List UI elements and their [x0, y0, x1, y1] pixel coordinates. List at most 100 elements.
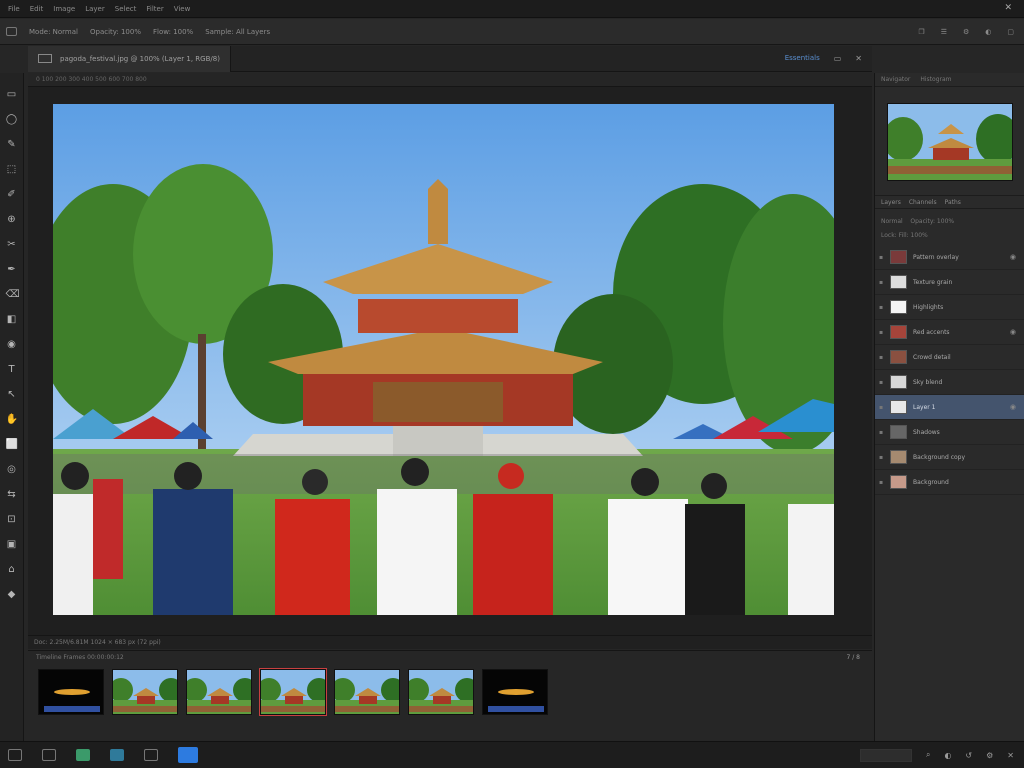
- lock-icon[interactable]: ▪: [879, 329, 884, 336]
- tool-2-icon[interactable]: ✎: [6, 139, 18, 151]
- option-sample[interactable]: Sample: All Layers: [205, 28, 270, 36]
- layer-row[interactable]: ▪ Highlights: [875, 295, 1024, 320]
- fill-field[interactable]: Lock: Fill: 100%: [881, 232, 928, 239]
- timeline-title: Timeline Frames 00:00:00:12: [36, 654, 124, 661]
- timeline-frame[interactable]: [38, 669, 104, 715]
- timeline-frame[interactable]: [259, 668, 327, 716]
- option-flow[interactable]: Flow: 100%: [153, 28, 193, 36]
- gear-icon[interactable]: ⚙: [963, 28, 969, 36]
- square-icon[interactable]: ▢: [1007, 28, 1014, 36]
- tool-17-icon[interactable]: ⊡: [6, 514, 18, 526]
- tool-7-icon[interactable]: ✒: [6, 264, 18, 276]
- timeline-frame[interactable]: [112, 669, 178, 715]
- contrast-icon[interactable]: ◐: [944, 751, 951, 760]
- tool-11-icon[interactable]: T: [6, 364, 18, 376]
- tool-4-icon[interactable]: ✐: [6, 189, 18, 201]
- primary-action-button[interactable]: [178, 747, 198, 763]
- frame-counter: 7 / 8: [846, 654, 860, 661]
- layer-row[interactable]: ▪ Background: [875, 470, 1024, 495]
- tab-navigator[interactable]: Navigator: [881, 76, 910, 83]
- lock-icon[interactable]: ▪: [879, 454, 884, 461]
- canvas-image[interactable]: [53, 104, 834, 615]
- navigator-preview[interactable]: [887, 103, 1013, 181]
- settings-icon[interactable]: ⚙: [986, 751, 993, 760]
- lock-icon[interactable]: ▪: [879, 304, 884, 311]
- lock-icon[interactable]: ▪: [879, 479, 884, 486]
- menu-file[interactable]: File: [8, 5, 20, 13]
- layer-row[interactable]: ▪ Red accents ◉: [875, 320, 1024, 345]
- tool-15-icon[interactable]: ◎: [6, 464, 18, 476]
- tool-19-icon[interactable]: ⌂: [6, 564, 18, 576]
- timeline-frame[interactable]: [334, 669, 400, 715]
- close-doc-icon[interactable]: ✕: [855, 54, 862, 63]
- menu-edit[interactable]: Edit: [30, 5, 44, 13]
- tab-paths[interactable]: Paths: [945, 199, 961, 206]
- search-icon[interactable]: ⌕: [926, 750, 930, 760]
- timeline-frame[interactable]: [482, 669, 548, 715]
- tool-8-icon[interactable]: ⌫: [6, 289, 20, 301]
- eye-icon[interactable]: ◉: [1010, 253, 1016, 261]
- tool-16-icon[interactable]: ⇆: [6, 489, 18, 501]
- close-icon[interactable]: ✕: [1007, 751, 1014, 760]
- lock-icon[interactable]: ▪: [879, 379, 884, 386]
- lock-icon[interactable]: ▪: [879, 254, 884, 261]
- tool-0-icon[interactable]: ▭: [6, 89, 18, 101]
- layer-row[interactable]: ▪ Background copy: [875, 445, 1024, 470]
- layer-row[interactable]: ▪ Crowd detail: [875, 345, 1024, 370]
- option-mode[interactable]: Mode: Normal: [29, 28, 78, 36]
- lock-icon[interactable]: ▪: [879, 429, 884, 436]
- document-tab[interactable]: pagoda_festival.jpg @ 100% (Layer 1, RGB…: [28, 45, 231, 72]
- timeline-frame[interactable]: [408, 669, 474, 715]
- eye-icon[interactable]: ◉: [1010, 403, 1016, 411]
- layer-row[interactable]: ▪ Pattern overlay ◉: [875, 245, 1024, 270]
- tool-6-icon[interactable]: ✂: [6, 239, 18, 251]
- layer-row[interactable]: ▪ Sky blend: [875, 370, 1024, 395]
- refresh-icon[interactable]: ↺: [965, 751, 972, 760]
- option-opacity[interactable]: Opacity: 100%: [90, 28, 141, 36]
- tool-20-icon[interactable]: ◆: [6, 589, 18, 601]
- layer-name: Shadows: [913, 428, 940, 436]
- canvas-area[interactable]: 0 100 200 300 400 500 600 700 800: [28, 73, 872, 635]
- menu-layer[interactable]: Layer: [85, 5, 105, 13]
- menu-icon[interactable]: ☰: [941, 28, 947, 36]
- menu-image[interactable]: Image: [53, 5, 75, 13]
- tool-9-icon[interactable]: ◧: [6, 314, 18, 326]
- lock-icon[interactable]: ▪: [879, 354, 884, 361]
- tool-14-icon[interactable]: ⬜: [6, 439, 18, 451]
- zoom-field[interactable]: [859, 748, 912, 762]
- blend-mode-select[interactable]: Normal: [881, 218, 903, 225]
- opacity-field[interactable]: Opacity: 100%: [910, 218, 954, 225]
- layer-row[interactable]: ▪ Layer 1 ◉: [875, 395, 1024, 420]
- lock-icon[interactable]: ▪: [879, 279, 884, 286]
- tab-layers[interactable]: Layers: [881, 199, 901, 206]
- tab-histogram[interactable]: Histogram: [920, 76, 951, 83]
- menu-view[interactable]: View: [174, 5, 191, 13]
- close-window-button[interactable]: ✕: [1004, 3, 1012, 13]
- eye-icon[interactable]: ◉: [1010, 328, 1016, 336]
- workspace-switcher[interactable]: Essentials: [785, 54, 820, 63]
- tab-channels[interactable]: Channels: [909, 199, 937, 206]
- tool-1-icon[interactable]: ◯: [6, 114, 18, 126]
- camera-icon[interactable]: [8, 749, 22, 761]
- timeline-frame[interactable]: [186, 669, 252, 715]
- tool-10-icon[interactable]: ◉: [6, 339, 18, 351]
- tool-12-icon[interactable]: ↖: [6, 389, 18, 401]
- grid-icon[interactable]: [144, 749, 158, 761]
- arrange-icon[interactable]: ❐: [918, 28, 924, 36]
- tool-13-icon[interactable]: ✋: [6, 414, 18, 426]
- contrast-icon[interactable]: ◐: [985, 28, 991, 36]
- layers-icon[interactable]: [42, 749, 56, 761]
- tools-panel: ▭ ◯ ✎ ⬚ ✐ ⊕ ✂ ✒ ⌫ ◧ ◉ T ↖ ✋ ⬜ ◎ ⇆ ⊡ ▣ ⌂ ◆: [0, 73, 24, 741]
- tool-preset-icon[interactable]: [6, 27, 17, 36]
- green-action-button[interactable]: [76, 749, 90, 761]
- lock-icon[interactable]: ▪: [879, 404, 884, 411]
- tool-3-icon[interactable]: ⬚: [6, 164, 18, 176]
- layer-row[interactable]: ▪ Shadows: [875, 420, 1024, 445]
- teal-action-button[interactable]: [110, 749, 124, 761]
- layer-row[interactable]: ▪ Texture grain: [875, 270, 1024, 295]
- menu-filter[interactable]: Filter: [146, 5, 163, 13]
- tool-5-icon[interactable]: ⊕: [6, 214, 18, 226]
- menu-select[interactable]: Select: [115, 5, 137, 13]
- minimize-icon[interactable]: ▭: [834, 54, 842, 63]
- tool-18-icon[interactable]: ▣: [6, 539, 18, 551]
